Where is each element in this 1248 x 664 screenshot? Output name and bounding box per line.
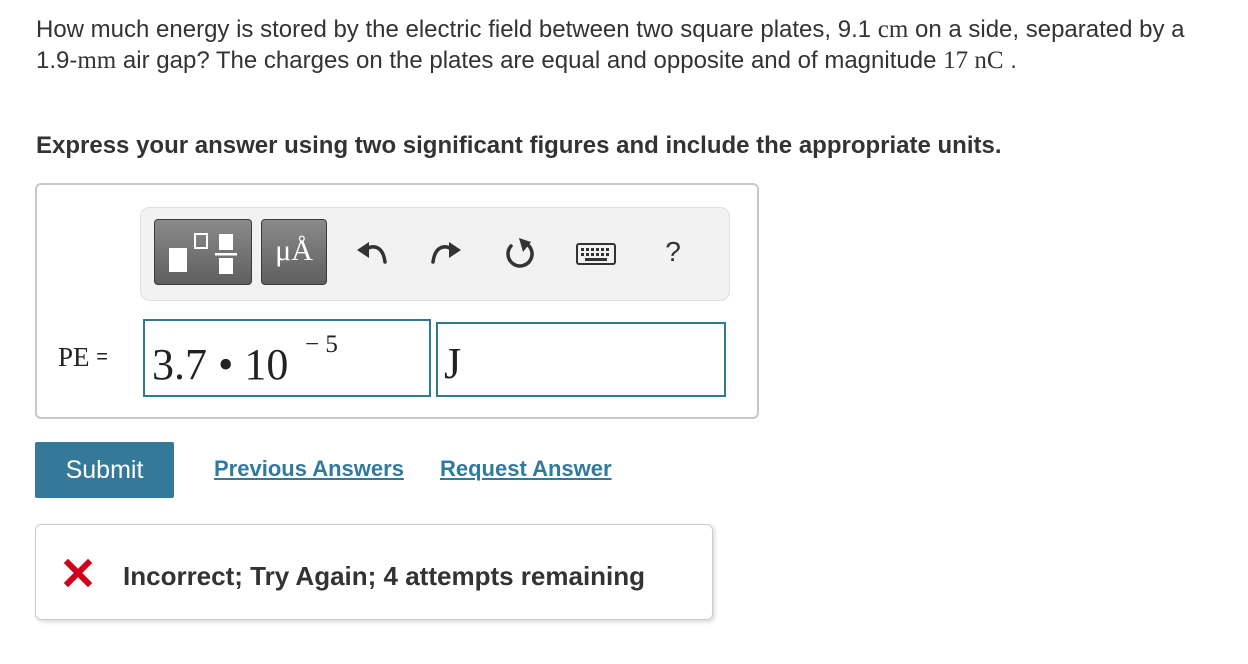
help-icon[interactable]: ? [653, 236, 693, 268]
unit-input[interactable]: J [436, 322, 726, 397]
instruction-text: Express your answer using two significan… [36, 132, 1002, 159]
pe-label: PE = [58, 342, 108, 372]
unit-mm: mm [77, 47, 117, 74]
unit-cm: cm [877, 16, 909, 43]
keyboard-icon[interactable] [575, 236, 617, 272]
submit-button[interactable]: Submit [35, 442, 174, 498]
incorrect-x-icon [64, 559, 92, 587]
charge-value: 17 [943, 47, 975, 74]
units-button[interactable]: μÅ [261, 219, 327, 285]
value-exponent: − 5 [305, 331, 338, 358]
redo-icon[interactable] [423, 232, 467, 276]
feedback-message: Incorrect; Try Again; 4 attempts remaini… [123, 561, 646, 591]
undo-icon[interactable] [351, 232, 395, 276]
value-input[interactable]: 3.7 • 10 − 5 [143, 319, 431, 397]
math-toolbar: μÅ ? [140, 207, 730, 301]
request-answer-link[interactable]: Request Answer [440, 456, 612, 482]
feedback-box: Incorrect; Try Again; 4 attempts remaini… [35, 524, 713, 620]
previous-answers-link[interactable]: Previous Answers [214, 456, 404, 482]
reset-icon[interactable] [497, 232, 541, 276]
templates-icon [169, 233, 237, 274]
value-mantissa: 3.7 • 10 [152, 340, 289, 389]
units-icon: μÅ [275, 234, 313, 267]
question-text: How much energy is stored by the electri… [36, 16, 1185, 74]
unit-value: J [444, 339, 462, 388]
templates-button[interactable] [154, 219, 252, 285]
unit-nc: nC [974, 47, 1004, 74]
answer-box: μÅ ? PE = 3.7 • 10 − 5 J [35, 183, 759, 419]
